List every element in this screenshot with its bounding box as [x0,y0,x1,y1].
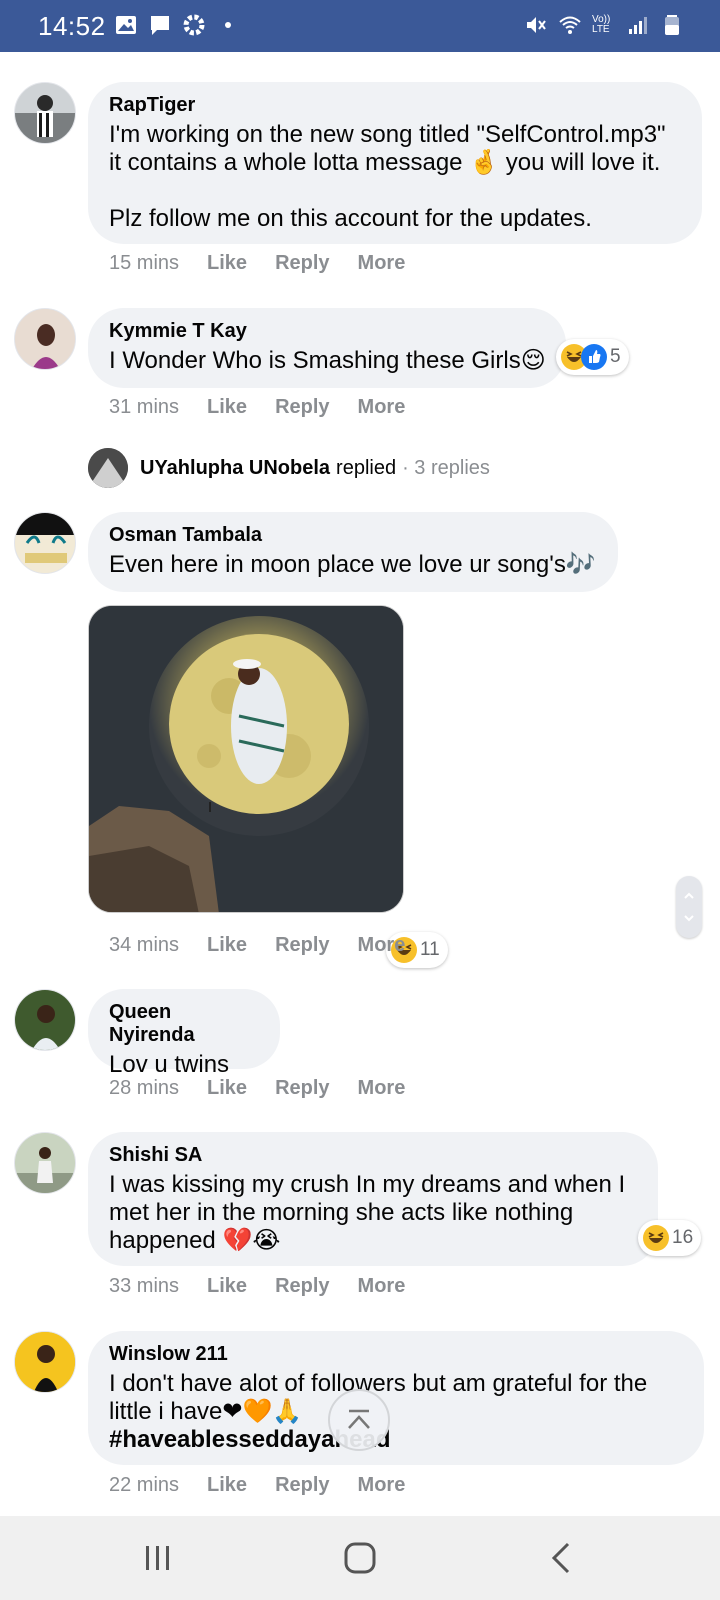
comment-bubble[interactable]: Osman Tambala Even here in moon place we… [88,512,618,592]
view-replies-row[interactable]: UYahlupha UNobela replied · 3 replies [88,448,490,488]
avatar[interactable] [14,82,76,144]
comment-text: I was kissing my crush In my dreams and … [109,1171,626,1254]
comment-text: I Wonder Who is Smashing these Girls😌 [109,347,546,374]
comment-time: 33 mins [109,1275,180,1297]
comment-author[interactable]: Winslow 211 [109,1343,684,1366]
comment-time: 34 mins [109,934,180,956]
back-icon[interactable] [542,1538,582,1578]
like-button[interactable]: Like [207,396,247,419]
reply-button[interactable]: Reply [275,1275,329,1298]
home-icon[interactable] [340,1538,380,1578]
fast-scroll-handle[interactable] [676,876,702,938]
comment-actions: 22 mins Like Reply More [109,1474,433,1497]
image-icon [116,16,136,34]
comment-bubble[interactable]: Winslow 211 I don't have alot of followe… [88,1331,704,1465]
like-button[interactable]: Like [207,1275,247,1298]
comment-text: I don't have alot of followers but am gr… [109,1370,648,1425]
volte-label: Vo)) LTE [592,14,611,35]
more-button[interactable]: More [358,252,406,275]
wifi-icon [559,16,581,34]
laugh-icon [643,1225,669,1251]
comment-bubble[interactable]: Kymmie T Kay I Wonder Who is Smashing th… [88,308,566,388]
avatar[interactable] [14,512,76,574]
comment-hashtag[interactable]: #haveablesseddayahead [109,1426,684,1454]
mute-icon [527,17,546,33]
comment-actions: 15 mins Like Reply More [109,252,433,275]
comment-time: 15 mins [109,252,180,274]
signal-icon [629,17,647,34]
message-icon [151,16,169,35]
reply-button[interactable]: Reply [275,1474,329,1497]
reaction-summary[interactable]: 5 [556,339,629,375]
more-button[interactable]: More [358,934,406,957]
scroll-up-icon [348,1409,370,1429]
reaction-summary[interactable]: 16 [638,1220,702,1256]
reply-button[interactable]: Reply [275,934,329,957]
comment-author[interactable]: Kymmie T Kay [109,320,546,343]
avatar[interactable] [14,989,76,1051]
comment-bubble[interactable]: RapTiger I'm working on the new song tit… [88,82,702,244]
scroll-to-top-button[interactable] [328,1389,390,1451]
comment-author[interactable]: Queen Nyirenda [109,1001,260,1047]
comment-actions: 34 mins Like Reply More [109,934,433,957]
comment-time: 31 mins [109,396,180,418]
avatar[interactable] [14,308,76,370]
reply-button[interactable]: Reply [275,252,329,275]
more-button[interactable]: More [358,1077,406,1100]
comment-text: Even here in moon place we love ur song'… [109,551,596,578]
status-time: 14:52 [38,11,106,41]
comment-author[interactable]: Shishi SA [109,1144,638,1167]
dot-icon [225,22,231,28]
more-button[interactable]: More [358,1474,406,1497]
like-button[interactable]: Like [207,934,247,957]
settings-icon [183,14,205,36]
more-button[interactable]: More [358,396,406,419]
comment-text: I'm working on the new song titled "Self… [109,121,666,232]
comment-time: 28 mins [109,1077,180,1099]
battery-icon [665,15,679,35]
comment-author[interactable]: Osman Tambala [109,524,598,547]
avatar[interactable] [14,1331,76,1393]
recent-apps-icon[interactable] [138,1538,178,1578]
replied-verb: replied [336,456,397,479]
like-button[interactable]: Like [207,1077,247,1100]
comment-author[interactable]: RapTiger [109,94,682,117]
status-bar: 14:52 Vo)) LTE [0,0,720,52]
comment-bubble[interactable]: Shishi SA I was kissing my crush In my d… [88,1132,658,1266]
avatar [88,448,128,488]
reaction-count: 5 [610,346,621,367]
avatar[interactable] [14,1132,76,1194]
comment-actions: 33 mins Like Reply More [109,1275,433,1298]
reply-button[interactable]: Reply [275,396,329,419]
reply-count: · 3 replies [402,456,490,479]
comments-feed[interactable]: RapTiger I'm working on the new song tit… [0,52,720,1516]
like-button[interactable]: Like [207,1474,247,1497]
comment-photo[interactable] [88,605,404,913]
like-button[interactable]: Like [207,252,247,275]
like-icon [581,344,607,370]
replier-name: UYahlupha UNobela [140,456,331,479]
comment-bubble[interactable]: Queen Nyirenda Lov u twins [88,989,280,1078]
reaction-count: 16 [672,1227,694,1248]
system-nav-bar [0,1516,720,1600]
comment-text: Lov u twins [109,1051,230,1078]
comment-actions: 28 mins Like Reply More [109,1077,433,1100]
comment-actions: 31 mins Like Reply More [109,396,433,419]
comment-time: 22 mins [109,1474,180,1496]
more-button[interactable]: More [358,1275,406,1298]
reply-button[interactable]: Reply [275,1077,329,1100]
